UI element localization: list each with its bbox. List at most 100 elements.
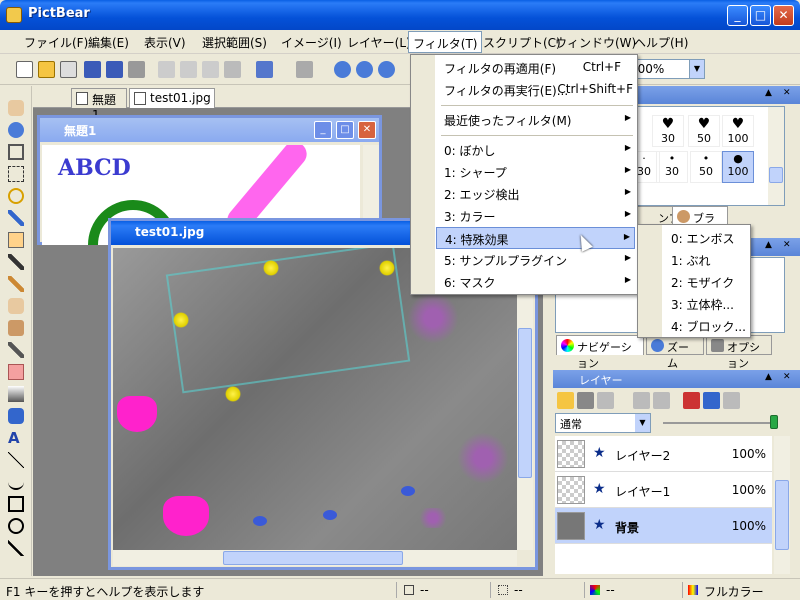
tab-untitled1[interactable]: 無題1 xyxy=(71,88,127,122)
print-icon[interactable] xyxy=(128,61,145,78)
text-tool-icon[interactable]: A xyxy=(8,430,24,446)
submenu-item-3d-frame[interactable]: 3: 立体枠... xyxy=(663,293,748,315)
minimize-button[interactable]: _ xyxy=(727,5,748,26)
panel-close-icon[interactable]: ✕ xyxy=(783,372,791,382)
blend-mode-select[interactable]: 通常 ▼ xyxy=(555,413,651,433)
vertical-scrollbar[interactable] xyxy=(774,436,790,574)
scrollbar-thumb[interactable] xyxy=(769,167,783,183)
line-tool-icon[interactable] xyxy=(8,452,24,468)
star-icon[interactable]: ★ xyxy=(593,481,606,497)
submenu-item-mosaic[interactable]: 2: モザイク xyxy=(663,271,748,293)
fill-bucket-icon[interactable] xyxy=(8,408,24,424)
brush-tool-icon[interactable] xyxy=(8,232,24,248)
submenu-item-block[interactable]: 4: ブロック... xyxy=(663,315,748,337)
brush-cell[interactable]: ♥100 xyxy=(722,115,754,147)
menu-filter[interactable]: フィルタ(T) xyxy=(408,31,483,53)
scrollbar-thumb[interactable] xyxy=(223,551,403,565)
cut-icon[interactable] xyxy=(158,61,175,78)
eraser-icon[interactable] xyxy=(8,364,24,380)
menu-selection[interactable]: 選択範囲(S) xyxy=(202,34,267,51)
menu-item-blur[interactable]: 0: ぼかし ▶ xyxy=(436,139,635,161)
menu-item-rerun-filter[interactable]: フィルタの再実行(E)... Ctrl+Shift+F xyxy=(436,79,635,101)
rect-select-icon[interactable] xyxy=(8,166,24,182)
scrollbar-thumb[interactable] xyxy=(518,328,532,478)
new-icon[interactable] xyxy=(16,61,33,78)
brush-cell[interactable]: ♥ 30 xyxy=(652,115,684,147)
horizontal-scrollbar[interactable] xyxy=(113,550,517,566)
pencil-icon[interactable] xyxy=(8,276,24,292)
tab-brush[interactable]: ブラシ xyxy=(672,206,728,241)
panel-collapse-icon[interactable]: ▲ xyxy=(765,88,772,98)
undo-icon[interactable] xyxy=(256,61,273,78)
rectangle-tool-icon[interactable] xyxy=(8,496,24,512)
vertical-scrollbar[interactable] xyxy=(768,107,784,205)
move-up-icon[interactable] xyxy=(633,392,650,409)
save-icon[interactable] xyxy=(84,61,101,78)
menu-edit[interactable]: 編集(E) xyxy=(88,34,129,51)
doc-minimize-button[interactable]: _ xyxy=(314,121,332,139)
smudge-icon[interactable] xyxy=(8,298,24,314)
eyedropper-icon[interactable] xyxy=(8,342,24,358)
opacity-slider-thumb[interactable] xyxy=(770,415,778,429)
scrollbar-thumb[interactable] xyxy=(775,480,789,550)
tab-test01[interactable]: test01.jpg xyxy=(129,88,215,108)
move-tool-icon[interactable] xyxy=(8,144,24,160)
airbrush-icon[interactable] xyxy=(8,254,24,270)
menu-item-mask[interactable]: 6: マスク ▶ xyxy=(436,271,635,293)
menu-item-color[interactable]: 3: カラー ▶ xyxy=(436,205,635,227)
redo-icon[interactable] xyxy=(296,61,313,78)
lasso-icon[interactable] xyxy=(8,188,24,204)
magic-wand-icon[interactable] xyxy=(8,210,24,226)
layer-row[interactable]: ★ レイヤー1 100% xyxy=(555,472,772,508)
doc-close-button[interactable]: ✕ xyxy=(358,121,376,139)
duplicate-layer-icon[interactable] xyxy=(597,392,614,409)
star-icon[interactable]: ★ xyxy=(593,445,606,461)
copy-doc-icon[interactable] xyxy=(60,61,77,78)
hand-tool-icon[interactable] xyxy=(8,100,24,116)
panel-close-icon[interactable]: ✕ xyxy=(783,240,791,250)
menu-layer[interactable]: レイヤー(L) xyxy=(347,34,411,51)
menu-script[interactable]: スクリプト(C) xyxy=(483,34,561,51)
menu-view[interactable]: 表示(V) xyxy=(144,34,186,51)
tab-navigation[interactable]: ナビゲーション xyxy=(556,335,644,370)
layer-row[interactable]: ★ レイヤー2 100% xyxy=(555,436,772,472)
menu-item-reapply-filter[interactable]: フィルタの再適用(F) Ctrl+F xyxy=(436,57,635,79)
open-icon[interactable] xyxy=(38,61,55,78)
save-all-icon[interactable] xyxy=(106,61,123,78)
new-layer-icon[interactable] xyxy=(557,392,574,409)
chevron-down-icon[interactable]: ▼ xyxy=(689,60,704,78)
polygon-tool-icon[interactable] xyxy=(8,540,24,556)
tab-zoom[interactable]: ズーム xyxy=(646,335,704,370)
brush-cell-selected[interactable]: ● 100 xyxy=(722,151,754,183)
tab-options[interactable]: オプション xyxy=(706,335,772,370)
panel-close-icon[interactable]: ✕ xyxy=(783,88,791,98)
curve-tool-icon[interactable] xyxy=(8,474,24,490)
panel-collapse-icon[interactable]: ▲ xyxy=(765,240,772,250)
zoom-in-icon[interactable] xyxy=(334,61,351,78)
layer-properties-icon[interactable] xyxy=(703,392,720,409)
star-icon[interactable]: ★ xyxy=(593,517,606,533)
submenu-item-emboss[interactable]: 0: エンボス xyxy=(663,227,748,249)
menu-item-sharpen[interactable]: 1: シャープ ▶ xyxy=(436,161,635,183)
zoom-out-icon[interactable] xyxy=(356,61,373,78)
menu-item-special-effects[interactable]: 4: 特殊効果 ▶ xyxy=(436,227,635,249)
chevron-down-icon[interactable]: ▼ xyxy=(635,414,650,432)
merge-layer-icon[interactable] xyxy=(683,392,700,409)
ellipse-tool-icon[interactable] xyxy=(8,518,24,534)
panel-collapse-icon[interactable]: ▲ xyxy=(765,372,772,382)
brush-cell[interactable]: ♥ 50 xyxy=(688,115,720,147)
menu-image[interactable]: イメージ(I) xyxy=(281,34,342,51)
menu-item-recent-filters[interactable]: 最近使ったフィルタ(M) ▶ xyxy=(436,109,635,131)
zoom-fit-icon[interactable] xyxy=(378,61,395,78)
menu-file[interactable]: ファイル(F) xyxy=(24,34,88,51)
doc-maximize-button[interactable]: □ xyxy=(336,121,354,139)
brush-cell[interactable]: • 30 xyxy=(656,151,688,183)
zoom-tool-icon[interactable] xyxy=(8,122,24,138)
gradient-icon[interactable] xyxy=(8,386,24,402)
stamp-icon[interactable] xyxy=(8,320,24,336)
copy-icon[interactable] xyxy=(180,61,197,78)
brush-cell[interactable]: • 50 xyxy=(690,151,722,183)
flatten-icon[interactable] xyxy=(723,392,740,409)
delete-layer-icon[interactable] xyxy=(577,392,594,409)
menu-window[interactable]: ウィンドウ(W) xyxy=(555,34,636,51)
